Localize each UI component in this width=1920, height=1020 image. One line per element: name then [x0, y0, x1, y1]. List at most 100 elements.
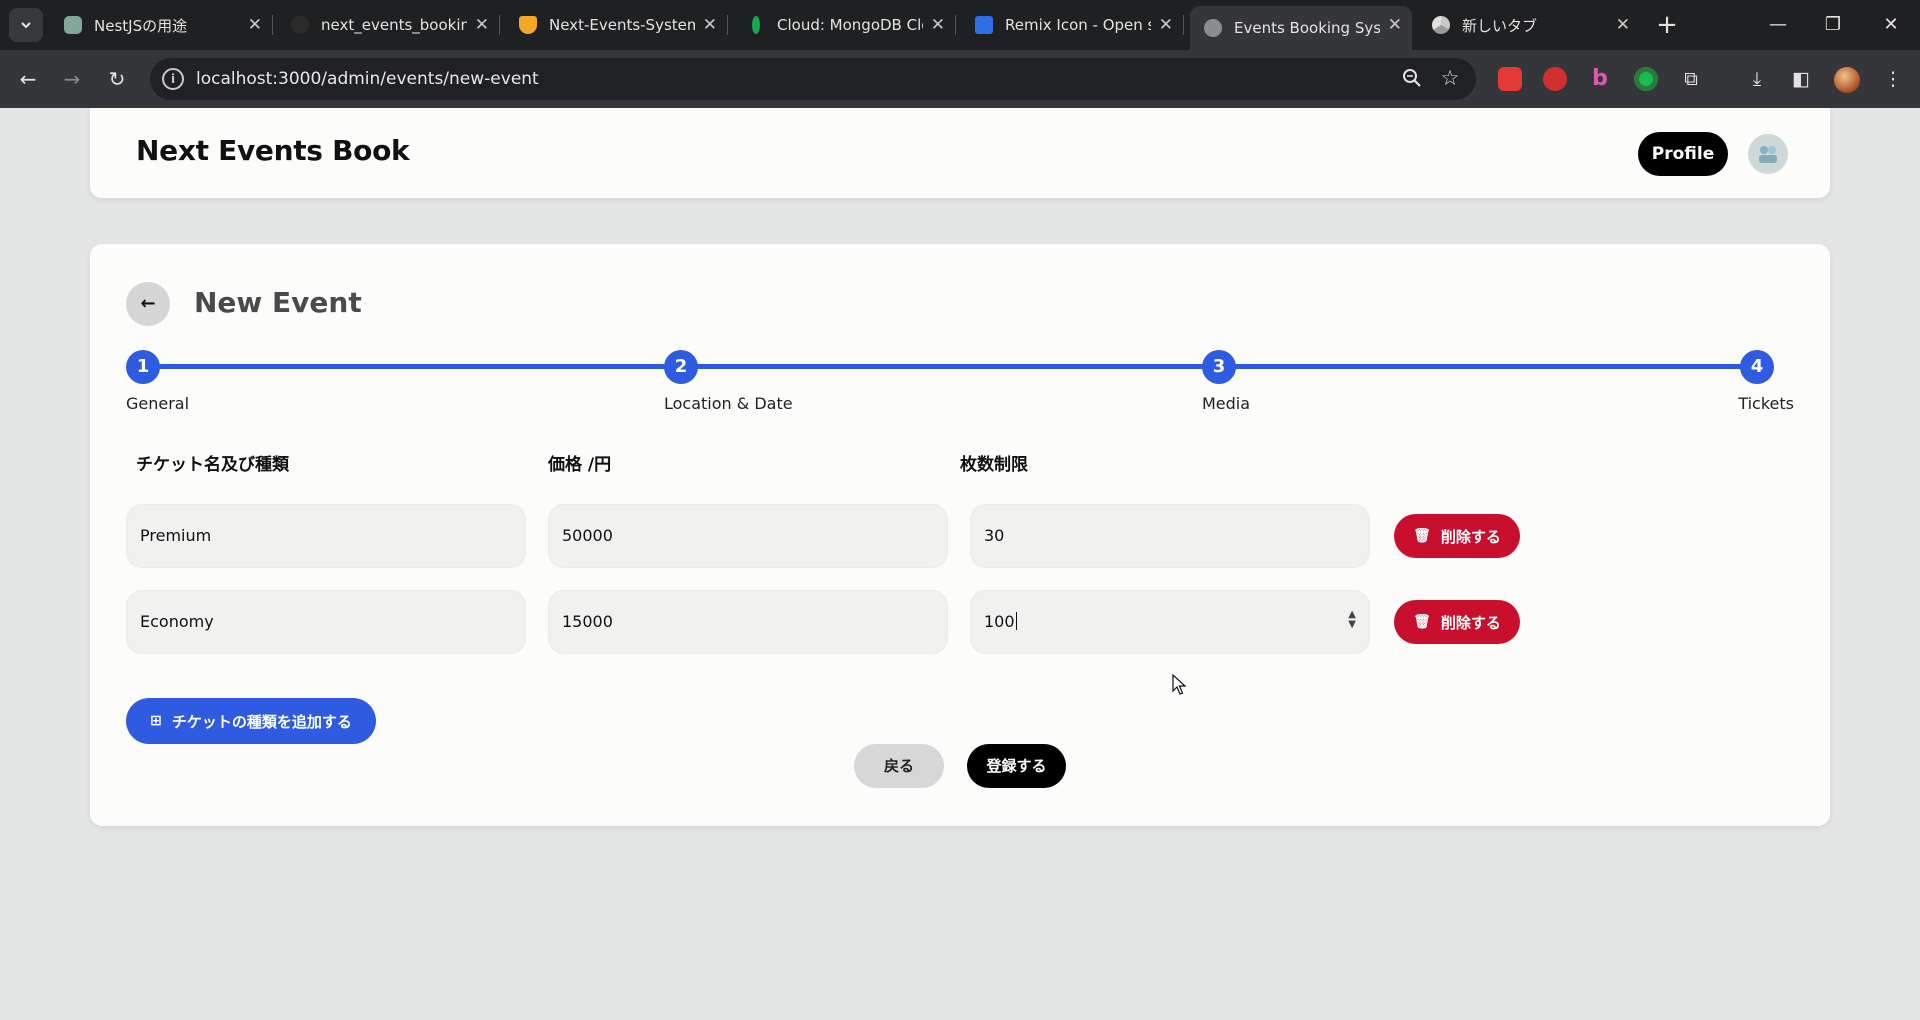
- delete-ticket-label: 削除する: [1440, 527, 1501, 546]
- text-caret: [1015, 612, 1017, 630]
- step-4-indicator[interactable]: 4: [1740, 350, 1774, 384]
- browser-tab[interactable]: 新しいタブ ✕: [1418, 6, 1640, 44]
- ticket-name-field[interactable]: Economy: [126, 590, 526, 654]
- number-spinner-icon[interactable]: ▲ ▼: [1348, 610, 1356, 630]
- delete-ticket-label: 削除する: [1440, 613, 1501, 632]
- back-arrow-icon[interactable]: ←: [11, 62, 45, 96]
- extension-target-icon[interactable]: [1634, 67, 1658, 91]
- address-url[interactable]: localhost:3000/admin/events/new-event: [196, 58, 539, 100]
- extension-shield-icon[interactable]: [1543, 67, 1567, 91]
- back-button[interactable]: 戻る: [854, 744, 944, 788]
- chrome-logo-icon: [1432, 16, 1450, 34]
- tab-divider: [727, 15, 728, 35]
- ticket-limit-value: 100: [984, 612, 1015, 631]
- ticket-price-field[interactable]: 50000: [548, 504, 948, 568]
- browser-menu-icon[interactable]: ⋮: [1878, 64, 1908, 94]
- extension-youtube-icon[interactable]: [1498, 67, 1522, 91]
- ticket-price-value: 15000: [562, 612, 613, 631]
- bookmark-star-icon[interactable]: ☆: [1438, 66, 1462, 90]
- ticket-limit-field-focused[interactable]: 100 ▲ ▼: [970, 590, 1370, 654]
- back-arrow-button[interactable]: ←: [126, 282, 170, 326]
- add-ticket-type-label: チケットの種類を追加する: [171, 712, 352, 731]
- chevron-down-icon: [21, 22, 31, 29]
- ticket-limit-field[interactable]: 30: [970, 504, 1370, 568]
- tab-title: next_events_booking: [321, 16, 467, 34]
- site-info-icon[interactable]: i: [162, 68, 184, 90]
- extensions-puzzle-icon[interactable]: ⧉: [1676, 64, 1706, 94]
- browser-tabstrip: NestJSの用途 ✕ next_events_booking ✕ Next-E…: [0, 0, 1920, 50]
- tab-favicon-icon: [64, 16, 82, 34]
- address-bar[interactable]: i localhost:3000/admin/events/new-event …: [150, 58, 1476, 100]
- submit-button[interactable]: 登録する: [967, 744, 1066, 788]
- ticket-price-value: 50000: [562, 526, 613, 545]
- minimize-window-icon[interactable]: —: [1755, 8, 1801, 42]
- restore-window-icon[interactable]: ❐: [1810, 8, 1856, 42]
- zoom-icon[interactable]: [1400, 67, 1424, 91]
- close-tab-icon[interactable]: ✕: [1388, 15, 1402, 35]
- add-ticket-type-button[interactable]: ⊞ チケットの種類を追加する: [126, 698, 376, 744]
- forward-arrow-icon[interactable]: →: [55, 62, 89, 96]
- profile-button[interactable]: Profile: [1638, 132, 1728, 176]
- close-tab-icon[interactable]: ✕: [703, 15, 717, 35]
- close-tab-icon[interactable]: ✕: [475, 15, 489, 35]
- tab-divider: [272, 15, 273, 35]
- add-list-icon: ⊞: [150, 713, 162, 729]
- browser-tab-active[interactable]: Events Booking Syste ✕: [1190, 6, 1412, 50]
- step-1-indicator[interactable]: 1: [126, 350, 160, 384]
- stepper-progress-line: [142, 364, 1762, 369]
- browser-profile-avatar[interactable]: [1834, 67, 1860, 93]
- step-1-label: General: [126, 394, 190, 413]
- ticket-price-field[interactable]: 15000: [548, 590, 948, 654]
- ticket-limit-value: 30: [984, 526, 1005, 545]
- ticket-limit-column-header: 枚数制限: [960, 455, 1028, 475]
- browser-tab[interactable]: Cloud: MongoDB Clo ✕: [733, 6, 956, 44]
- tab-divider: [1183, 15, 1184, 35]
- tab-divider: [955, 15, 956, 35]
- tab-title: Cloud: MongoDB Clo: [777, 16, 923, 34]
- side-panel-icon[interactable]: ◧: [1786, 64, 1816, 94]
- delete-ticket-button[interactable]: 🗑 削除する: [1394, 600, 1520, 644]
- close-window-icon[interactable]: ✕: [1868, 8, 1914, 42]
- ticket-name-value: Premium: [140, 526, 212, 545]
- step-2-indicator[interactable]: 2: [664, 350, 698, 384]
- tab-search-button[interactable]: [9, 8, 43, 42]
- browser-tab[interactable]: next_events_booking ✕: [277, 6, 500, 44]
- browser-tab[interactable]: Next-Events-System ✕: [505, 6, 728, 44]
- step-4-label: Tickets: [1738, 394, 1794, 413]
- new-tab-button[interactable]: +: [1650, 8, 1684, 42]
- ticket-limit-value-wrap: 100: [984, 590, 1017, 654]
- tab-divider: [499, 15, 500, 35]
- close-tab-icon[interactable]: ✕: [1159, 15, 1173, 35]
- step-3-indicator[interactable]: 3: [1202, 350, 1236, 384]
- ticket-name-column-header: チケット名及び種類: [136, 455, 289, 475]
- reload-icon[interactable]: ↻: [100, 62, 134, 96]
- new-event-form-card: ← New Event 1 2 3 4 General Location & D…: [90, 244, 1830, 826]
- tab-title: 新しいタブ: [1462, 16, 1538, 35]
- page-title: New Event: [194, 286, 362, 319]
- trash-icon: 🗑: [1413, 614, 1431, 630]
- app-header: Next Events Book Profile: [90, 108, 1830, 198]
- tab-title: Next-Events-System: [549, 16, 695, 34]
- browser-tab[interactable]: Remix Icon - Open so ✕: [961, 6, 1184, 44]
- tab-favicon-icon: [519, 16, 537, 34]
- delete-ticket-button[interactable]: 🗑 削除する: [1394, 514, 1520, 558]
- browser-toolbar: ← → ↻ i localhost:3000/admin/events/new-…: [0, 50, 1920, 108]
- step-3-label: Media: [1202, 394, 1251, 413]
- trash-icon: 🗑: [1413, 528, 1431, 544]
- close-tab-icon[interactable]: ✕: [931, 15, 945, 35]
- brand-title[interactable]: Next Events Book: [136, 134, 410, 167]
- browser-tab[interactable]: NestJSの用途 ✕: [50, 6, 273, 44]
- close-tab-icon[interactable]: ✕: [248, 15, 262, 35]
- tab-favicon-icon: [752, 16, 760, 34]
- ticket-price-column-header: 価格 /円: [548, 455, 612, 475]
- tab-favicon-icon: [975, 16, 993, 34]
- extension-bing-icon[interactable]: b: [1588, 67, 1612, 91]
- tab-favicon-icon: [1204, 19, 1222, 37]
- close-tab-icon[interactable]: ✕: [1616, 15, 1630, 35]
- tab-title: Remix Icon - Open so: [1005, 16, 1151, 34]
- step-2-label: Location & Date: [664, 394, 793, 413]
- user-avatar[interactable]: [1748, 134, 1788, 174]
- download-icon[interactable]: ⤓: [1742, 64, 1772, 94]
- ticket-name-field[interactable]: Premium: [126, 504, 526, 568]
- ticket-name-value: Economy: [140, 612, 214, 631]
